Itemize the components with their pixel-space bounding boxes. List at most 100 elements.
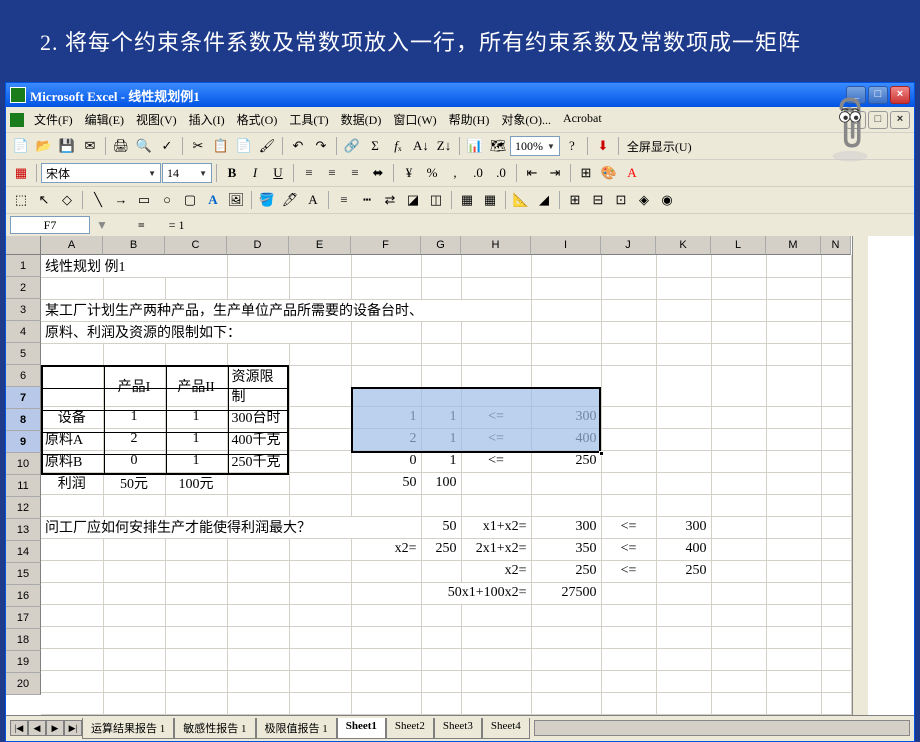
cell[interactable] — [41, 560, 103, 582]
cell[interactable]: 2 — [351, 428, 421, 450]
cell[interactable] — [766, 299, 821, 321]
cell[interactable] — [421, 604, 461, 626]
cell[interactable] — [601, 692, 656, 714]
cell[interactable] — [461, 626, 531, 648]
font-combo[interactable]: 宋体▼ — [41, 163, 161, 183]
cell[interactable] — [821, 450, 851, 472]
cell[interactable]: 100元 — [165, 472, 227, 494]
cell[interactable] — [821, 343, 851, 365]
cell[interactable] — [165, 670, 227, 692]
cell[interactable] — [461, 604, 531, 626]
extra1-button[interactable]: ▦ — [456, 189, 478, 211]
cell[interactable] — [766, 365, 821, 406]
cell[interactable] — [766, 494, 821, 516]
paste-button[interactable]: 📄 — [233, 135, 255, 157]
copy-button[interactable]: 📋 — [210, 135, 232, 157]
cell[interactable] — [766, 450, 821, 472]
extra7-button[interactable]: ⊡ — [610, 189, 632, 211]
extra8-button[interactable]: ◈ — [633, 189, 655, 211]
cell[interactable] — [656, 428, 711, 450]
cell[interactable] — [227, 538, 289, 560]
tab-first-button[interactable]: |◀ — [10, 720, 28, 736]
cell[interactable]: 1 — [351, 406, 421, 428]
cell[interactable] — [289, 450, 351, 472]
currency-button[interactable]: ¥ — [398, 162, 420, 184]
cell[interactable] — [461, 255, 531, 277]
col-header[interactable]: I — [531, 236, 601, 255]
cell[interactable] — [227, 626, 289, 648]
cell[interactable] — [227, 343, 289, 365]
cell[interactable] — [601, 299, 656, 321]
cell[interactable]: 1 — [103, 406, 165, 428]
cell[interactable] — [461, 365, 531, 406]
cell[interactable]: 50 — [421, 516, 461, 538]
cell[interactable] — [821, 560, 851, 582]
cell[interactable]: 设备 — [41, 406, 103, 428]
menu-item[interactable]: 工具(T) — [283, 109, 334, 130]
indent-inc-button[interactable]: ⇥ — [544, 162, 566, 184]
cell[interactable] — [656, 604, 711, 626]
cell[interactable] — [461, 692, 531, 714]
cell[interactable] — [289, 670, 351, 692]
horizontal-scrollbar[interactable] — [534, 720, 910, 736]
cell[interactable] — [531, 692, 601, 714]
cell[interactable] — [103, 692, 165, 714]
cell[interactable] — [461, 343, 531, 365]
align-center-button[interactable]: ≡ — [321, 162, 343, 184]
col-header[interactable]: K — [656, 236, 711, 255]
cell[interactable] — [421, 255, 461, 277]
cell[interactable] — [165, 692, 227, 714]
cell[interactable] — [601, 450, 656, 472]
sheet-tab[interactable]: Sheet2 — [386, 718, 434, 739]
cell[interactable] — [711, 255, 766, 277]
extra3-button[interactable]: 📐 — [510, 189, 532, 211]
cell[interactable] — [103, 582, 165, 604]
sheet-tab[interactable]: Sheet3 — [434, 718, 482, 739]
clipart-button[interactable]: 🖼 — [225, 189, 247, 211]
cell[interactable] — [601, 365, 656, 406]
cell[interactable] — [531, 365, 601, 406]
cell[interactable] — [656, 648, 711, 670]
decimal-inc-button[interactable]: .0 — [467, 162, 489, 184]
cell[interactable] — [766, 670, 821, 692]
cell[interactable] — [165, 343, 227, 365]
cell[interactable] — [601, 255, 656, 277]
col-header[interactable]: F — [351, 236, 421, 255]
cell[interactable] — [461, 670, 531, 692]
map-button[interactable]: 🗺 — [487, 135, 509, 157]
cell[interactable]: 1 — [165, 428, 227, 450]
sheet-tab[interactable]: 极限值报告 1 — [256, 718, 337, 739]
cell[interactable] — [601, 648, 656, 670]
decimal-dec-button[interactable]: .0 — [490, 162, 512, 184]
cell[interactable] — [41, 626, 103, 648]
cell[interactable] — [289, 406, 351, 428]
wordart-button[interactable]: A — [202, 189, 224, 211]
row-header[interactable]: 17 — [6, 607, 41, 629]
menu-item[interactable]: 文件(F) — [28, 109, 79, 130]
col-header[interactable]: C — [165, 236, 227, 255]
line-button[interactable]: ╲ — [87, 189, 109, 211]
cell[interactable] — [289, 582, 351, 604]
textbox-button[interactable]: ▢ — [179, 189, 201, 211]
cell[interactable] — [711, 428, 766, 450]
cell[interactable] — [711, 560, 766, 582]
menu-item[interactable]: 编辑(E) — [79, 109, 130, 130]
fullscreen-button[interactable]: 全屏显示(U) — [623, 138, 696, 155]
cell[interactable]: x2= — [461, 560, 531, 582]
cell[interactable] — [351, 648, 421, 670]
cell[interactable]: 400千克 — [227, 428, 289, 450]
cell[interactable] — [531, 321, 601, 343]
cell[interactable] — [461, 494, 531, 516]
cell[interactable]: 350 — [531, 538, 601, 560]
cell[interactable] — [165, 626, 227, 648]
sheet-tab[interactable]: 运算结果报告 1 — [82, 718, 174, 739]
cell[interactable] — [656, 494, 711, 516]
cell[interactable] — [601, 582, 656, 604]
col-header[interactable]: N — [821, 236, 851, 255]
redo-button[interactable]: ↷ — [310, 135, 332, 157]
cell[interactable] — [711, 670, 766, 692]
cell[interactable] — [421, 277, 461, 299]
cell[interactable] — [821, 299, 851, 321]
cell[interactable] — [227, 604, 289, 626]
cell[interactable] — [711, 365, 766, 406]
